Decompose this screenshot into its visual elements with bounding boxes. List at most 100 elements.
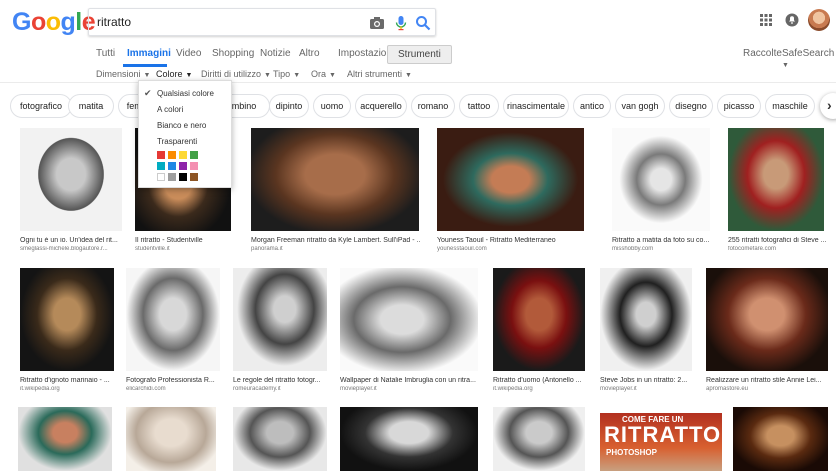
notifications-icon[interactable] <box>785 13 799 27</box>
result-thumbnail[interactable]: COME FARE UN RITRATTO PHOTOSHOP <box>600 413 722 471</box>
result-thumbnail[interactable] <box>493 407 585 471</box>
chip-maschile[interactable]: maschile <box>765 94 815 118</box>
chip-acquerello[interactable]: acquerello <box>355 94 407 118</box>
result-caption[interactable]: Le regole del ritratto fotogr... <box>233 377 329 384</box>
tab-images[interactable]: Immagini <box>127 48 171 59</box>
tab-settings[interactable]: Impostazioni <box>338 48 394 59</box>
result-thumbnail[interactable] <box>340 268 478 371</box>
result-caption[interactable]: Youness Taouil - Ritratto Mediterraneo <box>437 237 586 244</box>
chip-rinascimentale[interactable]: rinascimentale <box>503 94 569 118</box>
result-thumbnail[interactable] <box>728 128 824 231</box>
result-caption[interactable]: Fotografo Professionista R... <box>126 377 222 384</box>
tab-video[interactable]: Video <box>176 48 201 59</box>
search-icon[interactable] <box>415 15 431 31</box>
result-caption[interactable]: Wallpaper di Natalie Imbruglia con un ri… <box>340 377 480 384</box>
result-caption[interactable]: Ritratto d'ignoto marinaio - ... <box>20 377 116 384</box>
tools-button[interactable]: Strumenti <box>387 45 452 64</box>
tab-all[interactable]: Tutti <box>96 48 115 59</box>
chip-disegno[interactable]: disegno <box>669 94 713 118</box>
header-divider <box>0 82 836 83</box>
result-thumbnail[interactable] <box>600 268 692 371</box>
chip-picasso[interactable]: picasso <box>717 94 761 118</box>
result-thumbnail[interactable] <box>612 128 710 231</box>
filter-color[interactable]: Colore ▼ <box>156 69 192 79</box>
safesearch-toggle[interactable]: SafeSearch ▼ <box>782 48 836 70</box>
result-thumbnail[interactable] <box>251 128 419 231</box>
apps-grid-icon[interactable] <box>760 14 772 26</box>
color-swatch[interactable] <box>190 162 198 170</box>
color-swatch[interactable] <box>179 173 187 181</box>
chevron-down-icon: ▼ <box>293 72 301 79</box>
result-thumbnail[interactable] <box>340 407 478 471</box>
color-swatch[interactable] <box>190 173 198 181</box>
result-thumbnail[interactable] <box>706 268 828 371</box>
result-caption[interactable]: 255 ritratti fotografici di Steve ... <box>728 237 826 244</box>
chevron-right-icon: › <box>827 97 832 113</box>
result-source: smeglassi-michele.blogautore.r... <box>20 246 108 252</box>
result-caption[interactable]: Morgan Freeman ritratto da Kyle Lambert.… <box>251 237 421 244</box>
result-thumbnail[interactable] <box>233 407 327 471</box>
chip-dipinto[interactable]: dipinto <box>269 94 309 118</box>
result-caption[interactable]: Steve Jobs in un ritratto: 2... <box>600 377 694 384</box>
camera-icon[interactable] <box>369 15 385 31</box>
search-input[interactable] <box>97 9 347 35</box>
chip-matita[interactable]: matita <box>68 94 114 118</box>
tab-more[interactable]: Altro <box>299 48 320 59</box>
chip-antico[interactable]: antico <box>573 94 611 118</box>
result-caption[interactable]: Realizzare un ritratto stile Annie Lei..… <box>706 377 830 384</box>
result-source: fotocomefare.com <box>728 246 777 252</box>
filter-time[interactable]: Ora ▼ <box>311 69 336 79</box>
result-source: younesstaouil.com <box>437 246 487 252</box>
result-thumbnail[interactable] <box>733 407 828 471</box>
result-source: it.wikipedia.org <box>20 386 60 392</box>
search-box <box>88 8 436 36</box>
result-thumbnail[interactable] <box>20 268 114 371</box>
filter-more-tools[interactable]: Altri strumenti ▼ <box>347 69 412 79</box>
color-swatch[interactable] <box>179 162 187 170</box>
google-logo[interactable]: Google <box>12 8 96 37</box>
tab-shopping[interactable]: Shopping <box>212 48 254 59</box>
tab-news[interactable]: Notizie <box>260 48 291 59</box>
result-caption[interactable]: Ritratto a matita da foto su co... <box>612 237 712 244</box>
color-swatch[interactable] <box>168 151 176 159</box>
result-caption[interactable]: Ritratto d'uomo (Antonello ... <box>493 377 587 384</box>
menu-item-full-color[interactable]: A colori <box>157 105 183 114</box>
result-caption[interactable]: Il ritratto - Studentville <box>135 237 233 244</box>
microphone-icon[interactable] <box>393 15 409 31</box>
menu-item-transparent[interactable]: Trasparenti <box>157 137 197 146</box>
color-swatch[interactable] <box>157 151 165 159</box>
result-source: apromastore.eu <box>706 386 749 392</box>
color-swatch[interactable] <box>168 173 176 181</box>
result-thumbnail[interactable] <box>18 407 112 471</box>
chips-next-button[interactable]: › <box>820 93 836 119</box>
result-thumbnail[interactable] <box>493 268 585 371</box>
result-thumbnail[interactable] <box>126 268 220 371</box>
color-swatch[interactable] <box>157 162 165 170</box>
color-swatch[interactable] <box>179 151 187 159</box>
filter-size[interactable]: Dimensioni ▼ <box>96 69 150 79</box>
collections-link[interactable]: Raccolte <box>743 48 782 59</box>
result-thumbnail[interactable] <box>126 407 216 471</box>
chip-tattoo[interactable]: tattoo <box>459 94 499 118</box>
color-swatch[interactable] <box>157 173 165 181</box>
menu-item-any-color[interactable]: Qualsiasi colore <box>157 89 214 98</box>
color-swatch[interactable] <box>190 151 198 159</box>
menu-item-black-white[interactable]: Bianco e nero <box>157 121 206 130</box>
chevron-down-icon: ▼ <box>185 72 193 79</box>
filter-usage-rights[interactable]: Diritti di utilizzo ▼ <box>201 69 271 79</box>
chevron-down-icon: ▼ <box>264 72 271 79</box>
result-source: studentville.it <box>135 246 170 252</box>
filter-type[interactable]: Tipo ▼ <box>273 69 300 79</box>
chip-romano[interactable]: romano <box>411 94 455 118</box>
chip-uomo[interactable]: uomo <box>313 94 351 118</box>
chip-fotografico[interactable]: fotografico <box>10 94 72 118</box>
result-source: movieplayer.it <box>340 386 377 392</box>
result-caption[interactable]: Ogni tu è un io. Un'idea del rit... <box>20 237 124 244</box>
chip-van-gogh[interactable]: van gogh <box>615 94 665 118</box>
magazine-title: RITRATTO <box>604 422 722 447</box>
result-thumbnail[interactable] <box>20 128 122 231</box>
result-thumbnail[interactable] <box>437 128 584 231</box>
avatar[interactable] <box>808 9 830 31</box>
result-thumbnail[interactable] <box>233 268 327 371</box>
color-swatch[interactable] <box>168 162 176 170</box>
